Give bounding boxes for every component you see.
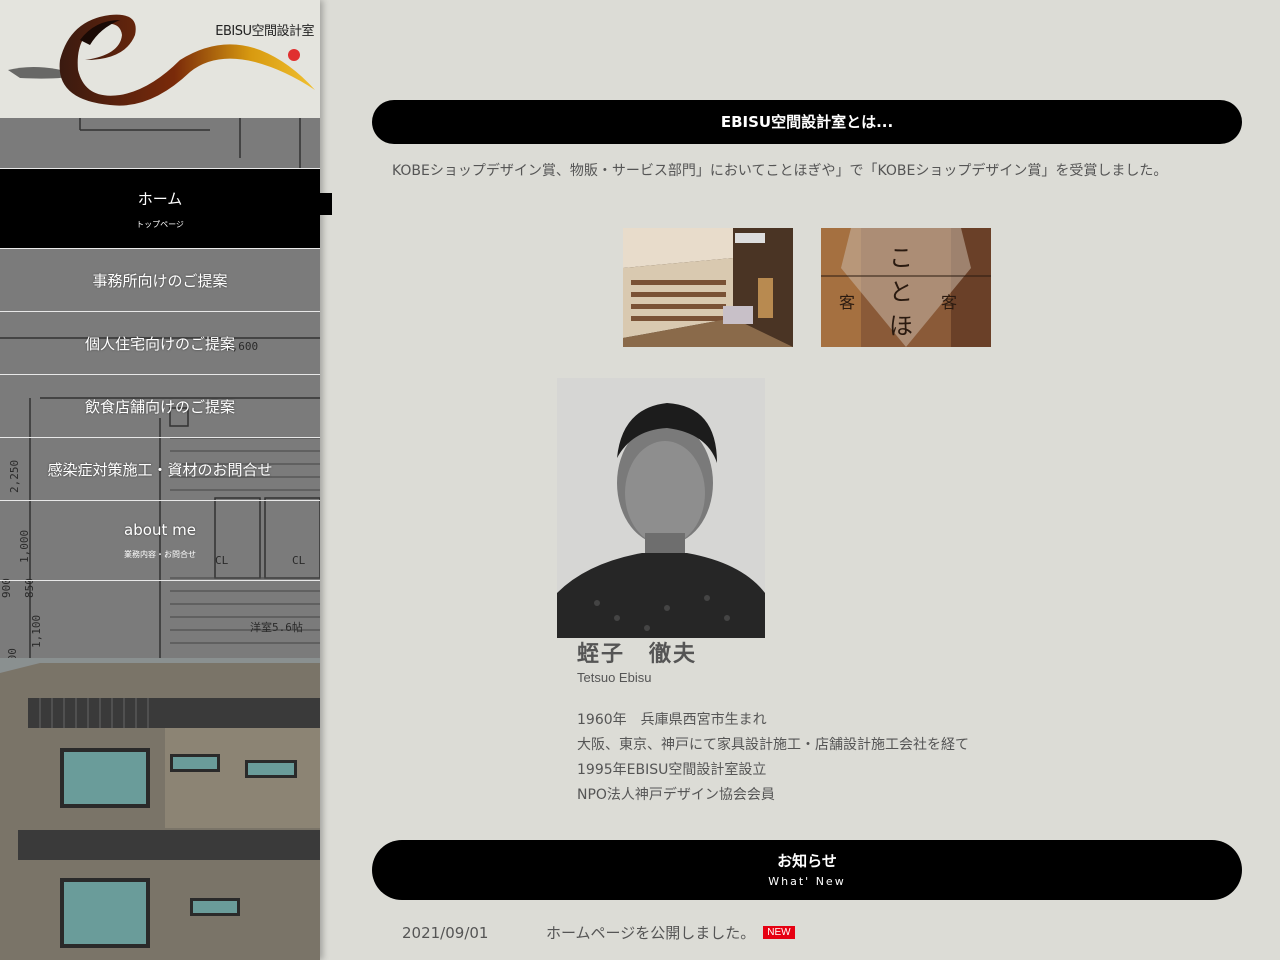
bio-line: 1960年 兵庫県西宮市生まれ: [577, 712, 767, 728]
news-item[interactable]: 2021/09/01 ホームページを公開しました。 NEW: [402, 922, 795, 943]
nav-item-restaurant[interactable]: 飲食店舗向けのご提案: [0, 374, 320, 437]
intro-text: KOBEショップデザイン賞、物販・サービス部門」においてことほぎや」で「KOBE…: [392, 163, 1168, 179]
svg-text:1,100: 1,100: [30, 615, 43, 648]
nav-item-label: 事務所向けのご提案: [92, 271, 228, 290]
bio-line: 大阪、東京、神戸にて家具設計施工・店舗設計施工会社を経て: [577, 737, 969, 753]
profile-name: 蛭子 徹夫: [577, 642, 698, 667]
logo-text: EBISU空間設計室: [215, 24, 314, 39]
svg-text:客: 客: [839, 293, 855, 312]
nav-item-label: about me: [124, 521, 196, 539]
main-content: EBISU空間設計室とは... KOBEショップデザイン賞、物販・サービス部門」…: [372, 0, 1242, 960]
shop-sign-photo[interactable]: こ と ほ 客 客: [821, 228, 991, 347]
logo-brush-icon: [8, 14, 316, 106]
nav-item-office[interactable]: 事務所向けのご提案: [0, 248, 320, 311]
nav-item-label: 飲食店舗向けのご提案: [84, 397, 235, 416]
nav-item-label: 個人住宅向けのご提案: [84, 334, 235, 353]
profile-bio: 1960年 兵庫県西宮市生まれ 大阪、東京、神戸にて家具設計施工・店舗設計施工会…: [577, 708, 969, 808]
main-navigation: ホーム トップページ 事務所向けのご提案 個人住宅向けのご提案 飲食店舗向けのご…: [0, 168, 320, 581]
shop-interior-photo[interactable]: [623, 228, 793, 347]
nav-item-label: 感染症対策施工・資材のお問合せ: [47, 460, 273, 479]
news-date: 2021/09/01: [402, 923, 489, 942]
sidebar: EBISU空間設計室 3,600 CL CL 洋室5.6帖 2,250 1,00…: [0, 0, 320, 960]
nav-item-home[interactable]: ホーム トップページ: [0, 168, 320, 248]
bio-line: 1995年EBISU空間設計室設立: [577, 762, 767, 778]
nav-item-sublabel: トップページ: [136, 219, 184, 229]
nav-item-label: ホーム: [137, 189, 183, 208]
svg-text:900: 900: [0, 578, 13, 598]
svg-text:こ: こ: [889, 244, 913, 272]
site-logo[interactable]: EBISU空間設計室: [0, 0, 320, 118]
nav-item-infection-control[interactable]: 感染症対策施工・資材のお問合せ: [0, 437, 320, 500]
about-heading: EBISU空間設計室とは...: [372, 100, 1242, 144]
news-heading: お知らせ What' New: [372, 840, 1242, 900]
nav-item-about-me[interactable]: about me 業務内容・お問合せ: [0, 500, 320, 581]
new-badge: NEW: [763, 926, 795, 939]
svg-text:洋室5.6帖: 洋室5.6帖: [250, 620, 303, 634]
svg-text:客: 客: [941, 293, 957, 312]
news-heading-subtitle: What' New: [768, 875, 846, 888]
svg-text:850: 850: [23, 578, 36, 598]
svg-text:と: と: [889, 278, 913, 306]
active-nav-indicator: [320, 193, 332, 215]
bio-line: NPO法人神戸デザイン協会会員: [577, 787, 775, 803]
profile-portrait: [557, 378, 765, 638]
news-heading-title: お知らせ: [777, 852, 837, 870]
nav-item-sublabel: 業務内容・お問合せ: [124, 550, 196, 559]
profile-name-english: Tetsuo Ebisu: [577, 670, 652, 685]
news-text[interactable]: ホームページを公開しました。: [546, 922, 755, 943]
nav-item-residence[interactable]: 個人住宅向けのご提案: [0, 311, 320, 374]
svg-text:ほ: ほ: [889, 312, 913, 340]
